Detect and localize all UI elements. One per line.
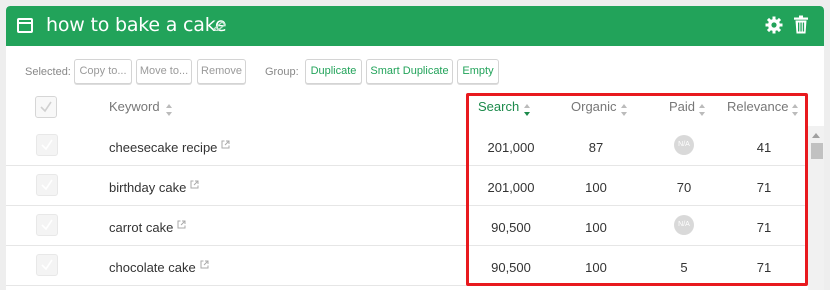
keyword-cell[interactable]: carrot cake	[109, 220, 186, 235]
relevance-cell: 71	[756, 220, 772, 235]
edit-icon[interactable]	[213, 21, 227, 31]
selected-label: Selected:	[25, 66, 71, 78]
organic-cell: 100	[585, 260, 607, 275]
relevance-cell: 71	[756, 260, 772, 275]
check-icon	[41, 179, 53, 191]
window-icon	[17, 18, 33, 33]
check-icon	[41, 139, 53, 151]
relevance-column-label: Relevance	[727, 99, 789, 114]
organic-column-label: Organic	[571, 99, 617, 114]
vertical-scrollbar[interactable]	[808, 126, 824, 290]
relevance-cell: 71	[756, 180, 772, 195]
select-all-checkbox[interactable]	[35, 96, 57, 118]
move-to-button[interactable]: Move to...	[136, 59, 192, 84]
keyword-cell[interactable]: chocolate cake	[109, 260, 209, 275]
sort-icon	[792, 104, 798, 116]
table-row: carrot cake 90,500 100 N/A 71	[6, 206, 806, 246]
paid-na-badge: N/A	[674, 135, 694, 155]
paid-column-header[interactable]: Paid	[669, 99, 705, 116]
external-link-icon[interactable]	[177, 220, 186, 229]
paid-cell: 5	[680, 260, 688, 275]
list-header: how to bake a cake	[6, 6, 824, 46]
keyword-link[interactable]: chocolate cake	[109, 260, 196, 275]
row-checkbox[interactable]	[36, 174, 58, 196]
search-column-label: Search	[478, 99, 520, 114]
paid-na-badge: N/A	[674, 215, 694, 235]
smart-duplicate-button[interactable]: Smart Duplicate	[366, 59, 453, 84]
organic-column-header[interactable]: Organic	[571, 99, 627, 116]
row-checkbox[interactable]	[36, 254, 58, 276]
search-cell: 201,000	[487, 180, 535, 195]
keyword-link[interactable]: birthday cake	[109, 180, 186, 195]
relevance-cell: 41	[756, 140, 772, 155]
keyword-cell[interactable]: birthday cake	[109, 180, 199, 195]
organic-cell: 87	[588, 140, 604, 155]
search-cell: 90,500	[491, 260, 531, 275]
check-icon	[41, 259, 53, 271]
search-cell: 90,500	[491, 220, 531, 235]
remove-button[interactable]: Remove	[197, 59, 246, 84]
check-icon	[40, 101, 52, 113]
organic-cell: 100	[585, 180, 607, 195]
group-label: Group:	[265, 66, 299, 78]
keyword-cell[interactable]: cheesecake recipe	[109, 140, 230, 155]
table-row: chocolate cake 90,500 100 5 71	[6, 246, 806, 286]
copy-to-button[interactable]: Copy to...	[74, 59, 132, 84]
list-title: how to bake a cake	[46, 14, 227, 36]
paid-cell: 70	[676, 180, 692, 195]
table-row: birthday cake 201,000 100 70 71	[6, 166, 806, 206]
gear-icon[interactable]	[765, 16, 783, 34]
row-checkbox[interactable]	[36, 134, 58, 156]
search-column-header[interactable]: Search	[478, 99, 530, 116]
table-row: cheesecake recipe 201,000 87 N/A 41	[6, 126, 806, 166]
duplicate-button[interactable]: Duplicate	[305, 59, 362, 84]
keyword-list-panel: how to bake a cake Selected: Copy to... …	[6, 6, 824, 290]
scroll-thumb[interactable]	[811, 143, 823, 159]
keyword-link[interactable]: cheesecake recipe	[109, 140, 217, 155]
search-cell: 201,000	[487, 140, 535, 155]
row-checkbox[interactable]	[36, 214, 58, 236]
external-link-icon[interactable]	[190, 180, 199, 189]
sort-descending-icon	[524, 104, 530, 116]
check-icon	[41, 219, 53, 231]
actions-toolbar: Selected: Copy to... Move to... Remove G…	[6, 46, 824, 94]
keyword-column-header[interactable]: Keyword	[109, 99, 172, 116]
table-header: Keyword Search Organic Paid Relevance	[6, 94, 824, 126]
sort-icon	[621, 104, 627, 116]
organic-cell: 100	[585, 220, 607, 235]
paid-column-label: Paid	[669, 99, 696, 114]
sort-icon	[699, 104, 705, 116]
scroll-up-arrow-icon[interactable]	[812, 133, 820, 138]
trash-icon[interactable]	[794, 15, 808, 34]
keyword-column-label: Keyword	[109, 99, 160, 114]
keyword-link[interactable]: carrot cake	[109, 220, 173, 235]
sort-icon	[166, 104, 172, 116]
empty-button[interactable]: Empty	[457, 59, 499, 84]
external-link-icon[interactable]	[200, 260, 209, 269]
relevance-column-header[interactable]: Relevance	[727, 99, 798, 116]
external-link-icon[interactable]	[221, 140, 230, 149]
